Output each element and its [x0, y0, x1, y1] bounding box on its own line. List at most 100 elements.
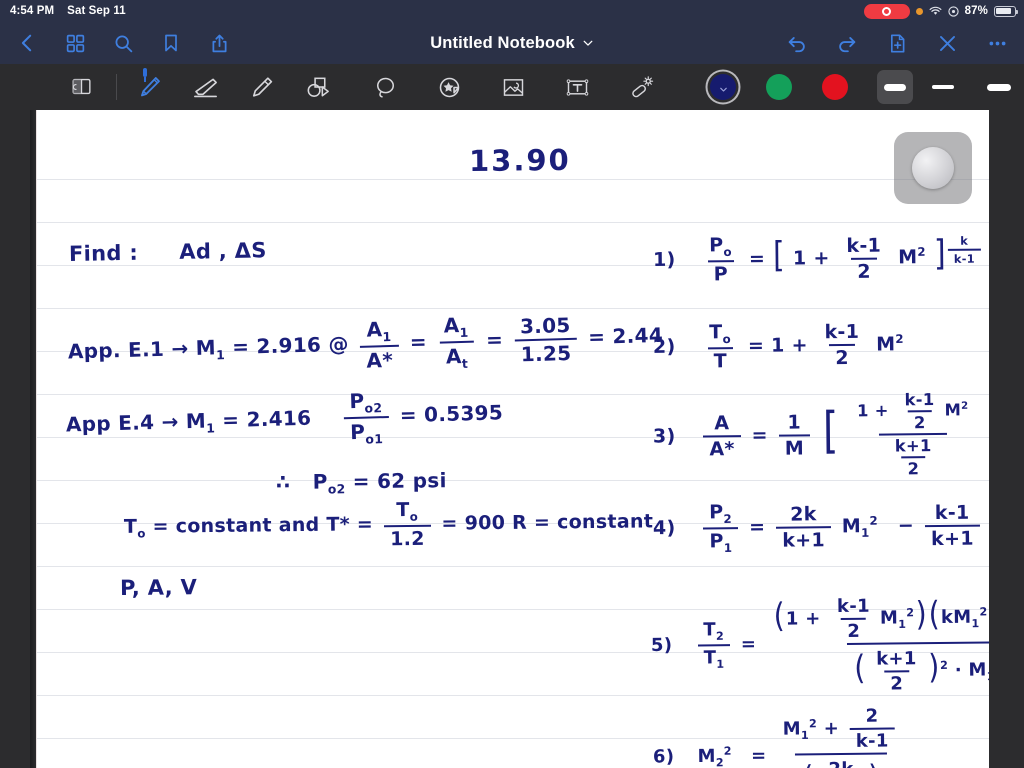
status-bar: 4:54 PM Sat Sep 11 87%: [0, 0, 1024, 22]
screen-recording-indicator[interactable]: [863, 3, 910, 19]
undo-button[interactable]: [784, 30, 810, 56]
equation-6-number: 6): [652, 746, 675, 768]
handwriting-find-line: Find : Ad , ΔS: [69, 238, 267, 266]
ratio-po2-po1: Po2 Po1: [343, 388, 390, 448]
page-view-tool[interactable]: [62, 67, 102, 107]
chevron-left-icon: [16, 32, 38, 54]
back-button[interactable]: [14, 30, 40, 56]
color-swatch-navy[interactable]: [703, 67, 743, 107]
stroke-width-thin[interactable]: [981, 70, 1017, 104]
text-tool[interactable]: [557, 67, 597, 107]
bookmark-button[interactable]: [158, 30, 184, 56]
share-button[interactable]: [206, 30, 232, 56]
battery-percent: 87%: [964, 5, 988, 17]
equation-1-number: 1): [652, 248, 676, 271]
equation-2-number: 2): [652, 335, 676, 358]
po2-value: = 62 psi: [352, 468, 447, 494]
page-title[interactable]: Untitled Notebook: [430, 34, 575, 53]
app-e1-eq1: = 2.916 @: [231, 331, 350, 359]
ellipsis-icon: [987, 33, 1008, 54]
sticker-tool[interactable]: [429, 67, 469, 107]
magic-wand-icon: [628, 74, 655, 101]
knob-circle-icon[interactable]: [912, 147, 954, 189]
find-value: Ad , ΔS: [179, 238, 267, 264]
search-button[interactable]: [110, 30, 136, 56]
sticker-star-icon: [435, 73, 464, 102]
more-button[interactable]: [984, 30, 1010, 56]
pen-icon: [135, 73, 164, 102]
floating-scroll-knob[interactable]: [894, 132, 972, 204]
page-margin-line: [36, 110, 37, 768]
shapes-icon: [303, 73, 332, 102]
grid-icon: [65, 33, 86, 54]
equation-3: 3) AA* = 1M [ 1 + k-12M2 k+12 ]k+12(k-1): [653, 389, 989, 481]
battery-icon: [994, 5, 1018, 17]
app-e1-sub: 1: [215, 347, 226, 363]
wifi-icon: [929, 6, 942, 16]
orange-privacy-dot: [915, 7, 923, 15]
highlighter-icon: [247, 73, 276, 102]
app-e1-eq2: =: [409, 329, 428, 354]
equation-3-number: 3): [652, 425, 676, 448]
handwriting-heading: 13.90: [468, 142, 571, 178]
ratio-a1-astar: A1 A*: [359, 316, 400, 373]
handwriting-t0-line: To = constant and T* = To 1.2 = 900 R = …: [123, 499, 654, 551]
lasso-icon: [371, 73, 400, 102]
redo-button[interactable]: [834, 30, 860, 56]
photo-icon: [500, 74, 527, 101]
chevron-down-icon[interactable]: [582, 37, 594, 49]
close-button[interactable]: [934, 30, 960, 56]
undo-arrow-icon: [786, 32, 808, 54]
equation-4-number: 4): [652, 517, 676, 540]
color-swatch-green[interactable]: [759, 67, 799, 107]
status-date: Sat Sep 11: [67, 5, 126, 17]
close-x-icon: [937, 33, 958, 54]
ratio-305-125: 3.05 1.25: [514, 313, 578, 367]
stroke-width-thick[interactable]: [877, 70, 913, 104]
find-label: Find :: [68, 240, 139, 266]
app-e1-eq3: =: [485, 327, 504, 352]
navigation-bar: Untitled Notebook: [0, 22, 1024, 64]
document-plus-icon: [887, 33, 908, 54]
add-page-button[interactable]: [884, 30, 910, 56]
equation-4: 4) P2 P1 = 2k k+1 M12 − k-1 k+1: [653, 499, 984, 556]
handwriting-app-e1-line: App. E.1 → M1 = 2.916 @ A1 A* = A1 At = …: [67, 307, 664, 382]
page-grid-button[interactable]: [62, 30, 88, 56]
chevron-down-icon: [710, 85, 736, 94]
handwriting-app-e4-line: App E.4 → M1 = 2.416 Po2 Po1 = 0.5395: [65, 388, 504, 448]
page-split-icon: [70, 75, 94, 99]
redo-arrow-icon: [836, 32, 858, 54]
pen-pin-indicator: [143, 68, 147, 82]
location-icon: [948, 5, 959, 17]
toolbar-divider: [116, 74, 117, 100]
notebook-page[interactable]: 13.90 Find : Ad , ΔS App. E.1 → M1 = 2.9…: [36, 110, 989, 768]
app-e4-result: = 0.5395: [399, 400, 504, 428]
laser-tool[interactable]: [621, 67, 661, 107]
search-icon: [113, 33, 134, 54]
stroke-width-medium[interactable]: [925, 70, 961, 104]
shapes-tool[interactable]: [297, 67, 337, 107]
lasso-tool[interactable]: [365, 67, 405, 107]
handwriting-pav-line: P, A, V: [119, 575, 198, 600]
ratio-a1-at: A1 At: [437, 313, 475, 372]
highlighter-tool[interactable]: [241, 67, 281, 107]
app-e4-mach: = 2.416: [221, 405, 312, 433]
status-time: 4:54 PM: [10, 5, 55, 17]
equation-2: 2) To T = 1 + k-1 2 M2: [652, 321, 904, 373]
ipad-notability-screen: 4:54 PM Sat Sep 11 87% Untitled Notebook…: [0, 0, 1024, 768]
equation-5-number: 5): [650, 634, 673, 656]
image-tool[interactable]: [493, 67, 533, 107]
tool-bar: [0, 64, 1024, 110]
color-swatch-red[interactable]: [815, 67, 855, 107]
ratio-t0-12: To 1.2: [384, 499, 431, 551]
equation-5: 5) T2T1 = (1 + k-12M12)(kM12 − k-12) (k+…: [650, 590, 989, 697]
bookmark-icon: [161, 33, 181, 53]
app-e1-prefix: App. E.1 → M: [67, 335, 217, 364]
eraser-icon: [191, 73, 220, 102]
pen-tool[interactable]: [129, 67, 169, 107]
eraser-tool[interactable]: [185, 67, 225, 107]
equation-1: 1) Po P = [ 1 + k-1 2 M2 ] k k-1: [653, 231, 982, 286]
share-icon: [209, 33, 230, 54]
therefore-symbol: ∴: [275, 469, 291, 494]
canvas-area[interactable]: 13.90 Find : Ad , ΔS App. E.1 → M1 = 2.9…: [0, 110, 1024, 768]
